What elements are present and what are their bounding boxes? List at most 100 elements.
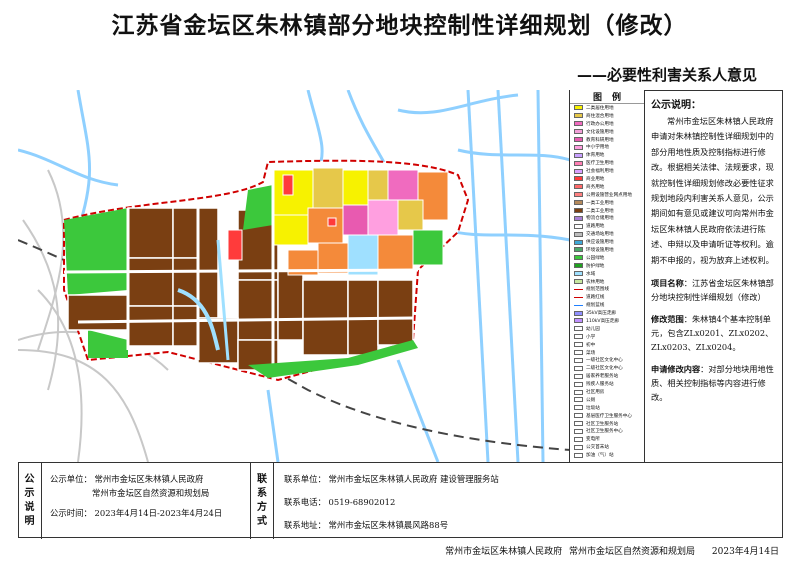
notice-heading: 公示说明： (651, 100, 701, 111)
legend-swatch (574, 192, 583, 198)
legend-label: 基层医疗卫生服务中心 (586, 413, 632, 419)
legend-swatch (574, 357, 583, 363)
project-label: 项目名称 (651, 278, 684, 289)
legend-swatch (574, 255, 583, 261)
publish-unit-2: 常州市金坛区自然资源和规划局 (92, 488, 210, 498)
publish-unit-1: 常州市金坛区朱林镇人民政府 (94, 474, 204, 484)
legend-label: 交通场站用地 (586, 232, 614, 238)
legend-item: 商务用地 (570, 183, 644, 191)
legend-swatch (574, 279, 583, 285)
notice-body: 常州市金坛区朱林镇人民政府申请对朱林镇控制性详细规划中的部分用地性质及控制指标进… (651, 116, 774, 265)
legend-item: 规划蓝线 (570, 301, 644, 309)
legend-swatch (574, 129, 583, 135)
contact-unit-label: 联系单位： (284, 474, 326, 484)
legend-label: 小学 (586, 334, 596, 340)
legend-item: 农林用地 (570, 278, 644, 286)
legend-item: 一级社区文化中心 (570, 357, 644, 365)
legend-item: 商住混合用地 (570, 112, 644, 120)
legend-swatch (574, 184, 583, 190)
legend-label: 残疾人服务站 (586, 382, 614, 388)
legend-label: 二级社区文化中心 (586, 366, 623, 372)
legend-item: 交通场站用地 (570, 230, 644, 238)
legend-title: 图例 (570, 90, 644, 104)
legend-item: 水域 (570, 270, 644, 278)
legend-swatch (574, 373, 583, 379)
legend-item: 道路用地 (570, 222, 644, 230)
legend-item: 道路红线 (570, 293, 644, 301)
land-use-map-drawing (18, 90, 569, 462)
legend-swatch (574, 144, 583, 150)
legend-item: 二类工业用地 (570, 207, 644, 215)
legend-swatch (574, 168, 583, 174)
legend-swatch (574, 247, 583, 253)
legend-swatch (574, 428, 583, 434)
legend-label: 二类居住用地 (586, 105, 614, 111)
legend-label: 加油（气）站 (586, 453, 614, 459)
legend-label: 供应设施用地 (586, 240, 614, 246)
contact-side-char: 式 (257, 516, 267, 527)
legend-label: 社区用房 (586, 390, 605, 395)
map-legend: 图例 二类居住用地 商住混合用地 行政办公用地 文化设施用地 教育科研用地 中小学用地 体育… (570, 90, 645, 462)
footer-org-2: 常州市金坛区自然资源和规划局 (569, 547, 696, 557)
legend-item: 基层医疗卫生服务中心 (570, 412, 644, 420)
legend-item: 二类居住用地 (570, 104, 644, 112)
legend-swatch (574, 263, 583, 269)
notice-side-char: 明 (24, 516, 35, 527)
legend-label: 道路红线 (586, 295, 605, 301)
publish-time-label: 公示时间： (50, 508, 92, 518)
publish-time-row: 公示时间： 2023年4月14日-2023年4月24日 (50, 507, 222, 519)
legend-item: 公厕 (570, 396, 644, 404)
publish-unit-row: 公示单位： 常州市金坛区朱林镇人民政府 (50, 473, 203, 485)
legend-label: 社区卫生服务站 (586, 421, 619, 427)
legend-item: 公园绿地 (570, 254, 644, 262)
legend-item: 一类工业用地 (570, 199, 644, 207)
legend-item: 文化设施用地 (570, 128, 644, 136)
legend-label: 道路用地 (586, 224, 605, 230)
land-use-map[interactable] (18, 90, 570, 462)
notice-side-label: 公示说明 (18, 463, 42, 539)
legend-item: 35kV高压走廊 (570, 309, 644, 317)
legend-item: 公用设施营业网点用地 (570, 191, 644, 199)
legend-item: 加油（气）站 (570, 451, 644, 459)
legend-item: 变电所 (570, 435, 644, 443)
contact-address-label: 联系地址： (284, 520, 326, 530)
legend-swatch (574, 452, 583, 458)
legend-swatch (574, 381, 583, 387)
contact-phone-row: 联系电话： 0519-68902012 (284, 496, 395, 508)
notice-panel: 公示说明： 常州市金坛区朱林镇人民政府申请对朱林镇控制性详细规划中的部分用地性质… (646, 90, 783, 462)
legend-swatch (574, 288, 583, 290)
legend-label: 菜场 (586, 350, 596, 356)
legend-item: 社区用房 (570, 388, 644, 396)
legend-swatch (574, 215, 583, 221)
scope-label: 修改范围 (651, 314, 684, 325)
legend-item: 环境设施用地 (570, 246, 644, 254)
project-name: 项目名称：江苏省金坛区朱林镇部分地块控制性详细规划（修改） (651, 276, 778, 304)
contact-address-value: 常州市金坛区朱林镇晨风路88号 (328, 520, 449, 530)
legend-label: 变电所 (586, 437, 600, 443)
legend-label: 公园绿地 (586, 255, 605, 261)
legend-label: 规划蓝线 (586, 303, 605, 309)
legend-swatch (574, 105, 583, 111)
legend-label: 行政办公用地 (586, 121, 614, 127)
contact-unit-value: 常州市金坛区朱林镇人民政府 建设管理服务站 (328, 474, 499, 484)
legend-swatch (574, 200, 583, 206)
modify-content: 申请修改内容：对部分地块用地性质、相关控制指标等内容进行修改。 (651, 362, 778, 404)
legend-item: 社区卫生服务站 (570, 420, 644, 428)
legend-label: 商业用地 (586, 176, 605, 182)
legend-swatch (574, 176, 583, 182)
legend-label: 垃圾站 (586, 405, 600, 411)
legend-swatch (574, 421, 583, 427)
legend-item: 体育用地 (570, 151, 644, 159)
footer: 常州市金坛区朱林镇人民政府 常州市金坛区自然资源和规划局 2023年4月14日 (441, 544, 779, 557)
legend-label: 商务用地 (586, 184, 605, 190)
legend-swatch (574, 296, 583, 298)
legend-item: 规划范围线 (570, 285, 644, 293)
legend-item: 小学 (570, 333, 644, 341)
legend-label: 居家养老服务站 (586, 374, 619, 380)
legend-label: 商住混合用地 (586, 113, 614, 119)
legend-label: 公用设施营业网点用地 (586, 192, 632, 198)
legend-item: 供应设施用地 (570, 238, 644, 246)
legend-item: 110kV高压走廊 (570, 317, 644, 325)
legend-label: 公交首末站 (586, 445, 609, 451)
footer-org-1: 常州市金坛区朱林镇人民政府 (445, 547, 563, 557)
